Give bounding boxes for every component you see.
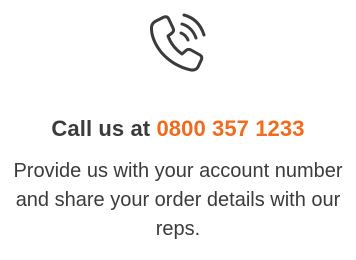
phone-icon bbox=[141, 8, 215, 82]
description: Provide us with your account number and … bbox=[13, 160, 343, 240]
headline: Call us at 0800 357 1233 bbox=[51, 116, 304, 142]
phone-number-link[interactable]: 0800 357 1233 bbox=[156, 116, 304, 141]
headline-prefix: Call us at bbox=[51, 116, 151, 141]
call-us-card: Call us at 0800 357 1233 Provide us with… bbox=[0, 0, 356, 260]
